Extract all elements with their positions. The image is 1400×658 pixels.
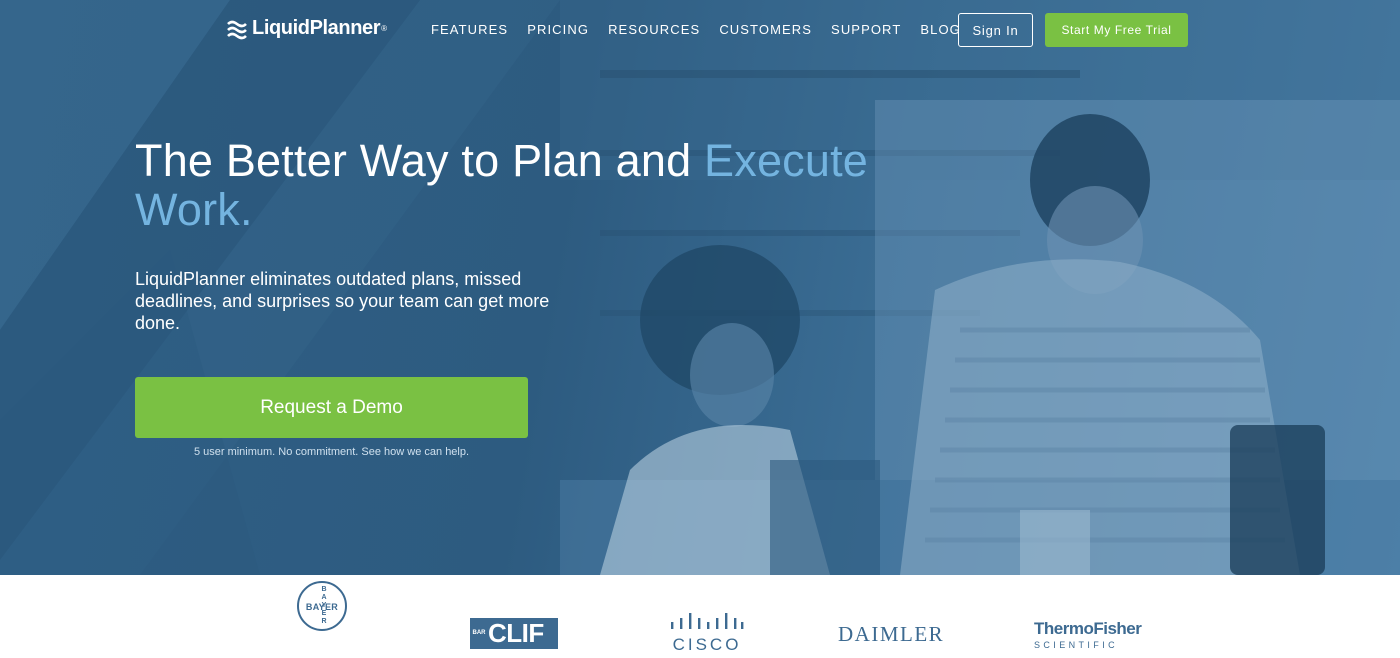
- thermo-fisher-sub-text: SCIENTIFIC: [1034, 640, 1119, 650]
- clif-main-text: CLIF: [488, 618, 544, 648]
- logo-wordmark: LiquidPlanner: [252, 17, 381, 39]
- nav-link-blog[interactable]: BLOG: [920, 22, 961, 37]
- customer-logos-strip: B A Y E R BAYER BAR CLIF CISCO DAIMLER T…: [0, 575, 1400, 658]
- liquidplanner-logo[interactable]: LiquidPlanner ®: [226, 17, 387, 40]
- nav-link-features[interactable]: FEATURES: [431, 22, 508, 37]
- hero-section: LiquidPlanner ® FEATURES PRICING RESOURC…: [0, 0, 1400, 575]
- thermo-fisher-logo: ThermoFisher SCIENTIFIC: [1034, 619, 1148, 650]
- nav-link-resources[interactable]: RESOURCES: [608, 22, 700, 37]
- nav-link-pricing[interactable]: PRICING: [527, 22, 589, 37]
- hero-subtext: LiquidPlanner eliminates outdated plans,…: [135, 269, 550, 333]
- start-free-trial-button[interactable]: Start My Free Trial: [1045, 13, 1188, 47]
- thermo-fisher-main-text: ThermoFisher: [1034, 619, 1142, 638]
- nav-link-customers[interactable]: CUSTOMERS: [719, 22, 812, 37]
- cisco-bars-icon: [671, 613, 744, 629]
- liquid-waves-icon: [227, 20, 247, 39]
- registered-mark: ®: [381, 24, 388, 33]
- sign-in-button[interactable]: Sign In: [958, 13, 1033, 47]
- demo-note: 5 user minimum. No commitment. See how w…: [193, 446, 470, 458]
- bayer-logo: B A Y E R BAYER: [297, 581, 347, 631]
- hero-headline: The Better Way to Plan and Execute Work.: [135, 136, 975, 234]
- top-navigation: LiquidPlanner ® FEATURES PRICING RESOURC…: [0, 0, 1400, 60]
- cisco-logo: CISCO: [668, 613, 746, 654]
- nav-link-support[interactable]: SUPPORT: [831, 22, 901, 37]
- nav-links: FEATURES PRICING RESOURCES CUSTOMERS SUP…: [431, 22, 980, 37]
- bayer-horizontal-text: BAYER: [305, 602, 339, 612]
- clif-bar-small-text: BAR: [472, 630, 486, 636]
- cisco-text: CISCO: [672, 635, 742, 654]
- headline-main-text: The Better Way to Plan and: [135, 135, 692, 186]
- request-demo-button[interactable]: Request a Demo: [135, 377, 528, 438]
- daimler-logo: DAIMLER: [838, 622, 945, 646]
- clif-bar-logo: BAR CLIF: [470, 618, 558, 649]
